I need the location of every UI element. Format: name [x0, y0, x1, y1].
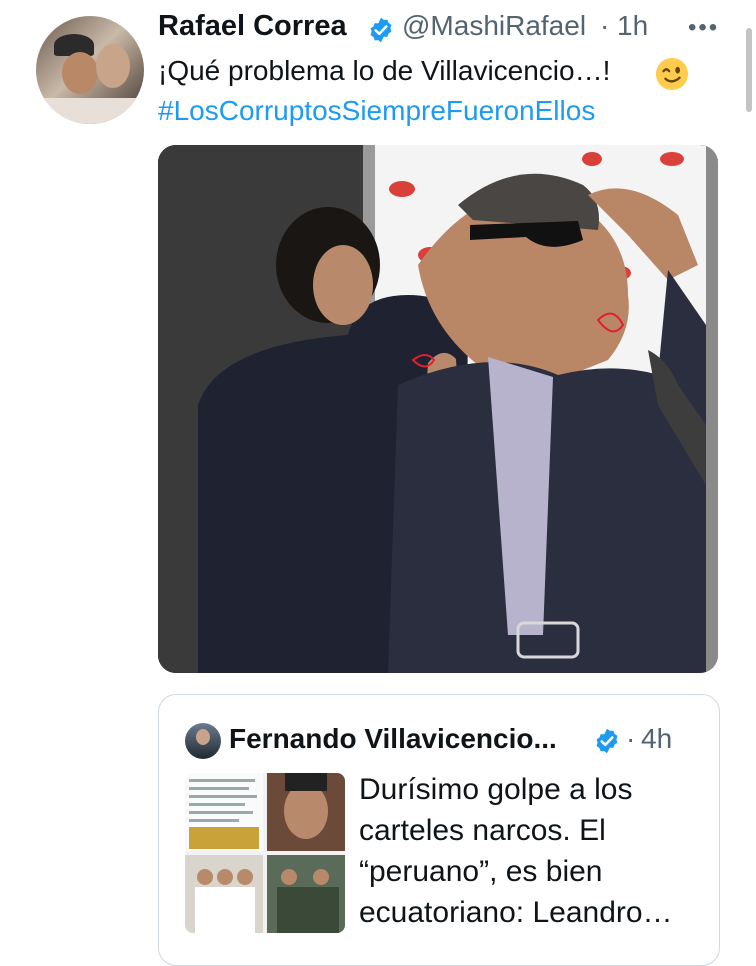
- author-name[interactable]: Rafael Correa: [158, 10, 347, 43]
- verified-badge-icon: [596, 728, 618, 754]
- scrollbar[interactable]: [746, 28, 752, 112]
- tweet-image[interactable]: [158, 145, 718, 673]
- quoted-thumbnail[interactable]: [185, 773, 345, 933]
- separator-dot: ·: [626, 723, 636, 754]
- quoted-tweet[interactable]: Fernando Villavicencio... · 4h Durísimo …: [158, 694, 720, 966]
- quoted-author-name[interactable]: Fernando Villavicencio...: [229, 723, 557, 755]
- tweet-timestamp[interactable]: 1h: [617, 10, 648, 42]
- quoted-author-avatar[interactable]: [185, 723, 221, 759]
- author-handle[interactable]: @MashiRafael: [402, 10, 586, 42]
- tweet-text: ¡Qué problema lo de Villavicencio…!: [158, 55, 611, 86]
- quoted-timestamp[interactable]: 4h: [641, 723, 672, 755]
- separator-dot: ·: [600, 10, 610, 41]
- wink-emoji-icon: [655, 57, 689, 91]
- more-options-icon[interactable]: •••: [688, 14, 719, 42]
- quoted-tweet-text: Durísimo golpe a los carteles narcos. El…: [359, 773, 673, 929]
- hashtag-link[interactable]: #LosCorruptosSiempreFueronEllos: [158, 95, 595, 127]
- author-avatar[interactable]: [36, 16, 144, 124]
- verified-badge-icon: [370, 17, 392, 43]
